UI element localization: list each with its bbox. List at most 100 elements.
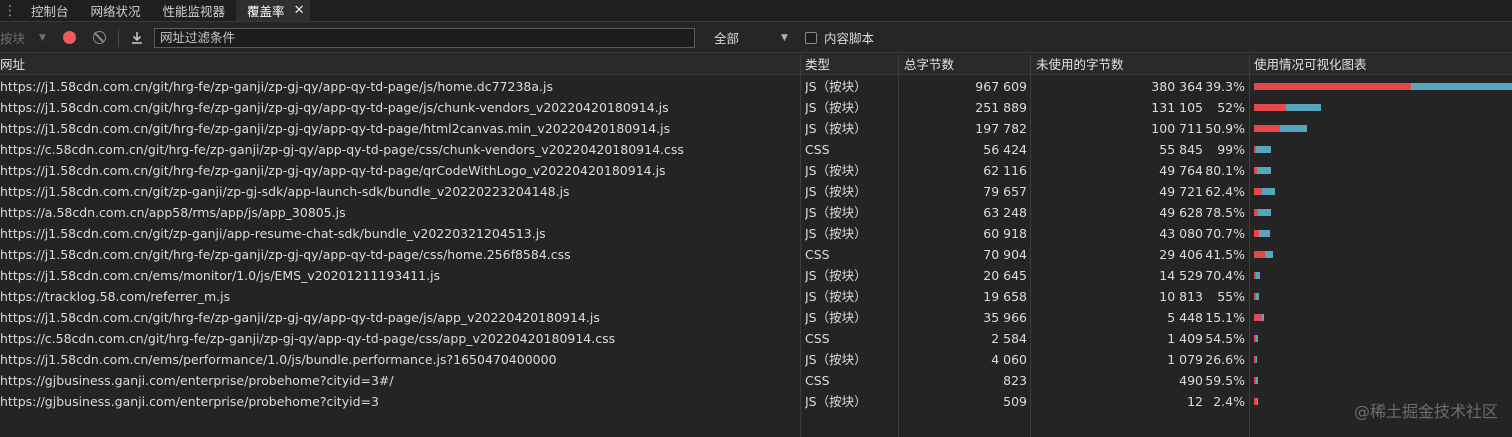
column-header-total-bytes[interactable]: 总字节数 [904,54,954,75]
type-cell: JS（按块） [805,184,867,199]
url-cell: https://tracklog.58.com/referrer_m.js [0,289,231,304]
usage-bar [1254,251,1273,258]
table-row[interactable]: https://j1.58cdn.com.cn/git/hrg-fe/zp-ga… [0,76,1512,97]
table-row[interactable]: https://j1.58cdn.com.cn/git/hrg-fe/zp-ga… [0,244,1512,265]
column-divider [898,54,899,437]
usage-bar [1254,314,1264,321]
url-cell: https://c.58cdn.com.cn/git/hrg-fe/zp-gan… [0,331,616,346]
usage-bar [1254,146,1271,153]
unused-bytes-bar [1257,167,1271,174]
unused-percent-cell: 50.9% [1205,121,1245,136]
usage-bar [1254,104,1322,111]
type-cell: CSS [805,373,830,388]
more-tabs-icon[interactable]: ⋮ [0,0,20,21]
unused-bytes-bar [1256,335,1258,342]
unused-percent-cell: 62.4% [1205,184,1245,199]
column-divider [1030,54,1031,437]
unused-bytes-cell: 49 721 [1159,184,1203,199]
tab-coverage[interactable]: 覆盖率 ✕ [236,0,311,21]
coverage-toolbar: 按块 ▼ 全部 ▼ 内容脚本 [0,23,1512,53]
table-row[interactable]: https://c.58cdn.com.cn/git/hrg-fe/zp-gan… [0,139,1512,160]
unused-percent-cell: 15.1% [1205,310,1245,325]
url-filter-input[interactable] [153,27,695,48]
type-cell: JS（按块） [805,352,867,367]
table-row[interactable]: https://j1.58cdn.com.cn/git/hrg-fe/zp-ga… [0,160,1512,181]
table-row[interactable]: https://j1.58cdn.com.cn/git/hrg-fe/zp-ga… [0,118,1512,139]
download-icon[interactable] [130,31,144,45]
url-cell: https://j1.58cdn.com.cn/ems/performance/… [0,352,557,367]
unused-bytes-bar [1256,146,1271,153]
table-row[interactable]: https://j1.58cdn.com.cn/git/zp-ganji/zp-… [0,181,1512,202]
column-divider [1249,54,1250,437]
unused-bytes-cell: 12 [1187,394,1203,409]
column-header-usage-visualization[interactable]: 使用情况可视化图表 [1254,54,1367,75]
unused-bytes-bar [1410,83,1512,90]
total-bytes-cell: 823 [1003,373,1027,388]
unused-bytes-bar [1261,188,1276,195]
unused-bytes-cell: 380 364 [1151,79,1203,94]
unused-bytes-cell: 100 711 [1151,121,1203,136]
used-bytes-bar [1254,125,1280,132]
table-row[interactable]: https://c.58cdn.com.cn/git/hrg-fe/zp-gan… [0,328,1512,349]
toolbar-divider [117,28,119,47]
table-row[interactable]: https://gjbusiness.ganji.com/enterprise/… [0,391,1512,412]
url-cell: https://j1.58cdn.com.cn/git/zp-ganji/app… [0,226,546,241]
table-row[interactable]: https://j1.58cdn.com.cn/git/hrg-fe/zp-ga… [0,307,1512,328]
column-header-type[interactable]: 类型 [805,54,830,75]
tab-performance-monitor[interactable]: 性能监视器 [152,0,237,21]
table-row[interactable]: https://a.58cdn.com.cn/app58/rms/app/js/… [0,202,1512,223]
type-cell: JS（按块） [805,268,867,283]
url-cell: https://j1.58cdn.com.cn/git/hrg-fe/zp-ga… [0,310,600,325]
unused-bytes-cell: 29 406 [1159,247,1203,262]
used-bytes-bar [1254,251,1266,258]
table-row[interactable]: https://j1.58cdn.com.cn/ems/monitor/1.0/… [0,265,1512,286]
unused-percent-cell: 41.5% [1205,247,1245,262]
table-row[interactable]: https://j1.58cdn.com.cn/git/hrg-fe/zp-ga… [0,97,1512,118]
type-cell: JS（按块） [805,79,867,94]
used-bytes-bar [1254,83,1411,90]
close-icon[interactable]: ✕ [294,4,305,17]
table-row[interactable]: https://tracklog.58.com/referrer_m.js JS（… [0,286,1512,307]
total-bytes-cell: 35 966 [983,310,1027,325]
unused-percent-cell: 70.4% [1205,268,1245,283]
tab-console[interactable]: 控制台 [20,0,80,21]
unused-bytes-cell: 490 [1179,373,1203,388]
unused-bytes-bar [1257,209,1271,216]
clear-icon[interactable] [92,31,106,44]
column-divider [800,54,801,437]
table-body: https://j1.58cdn.com.cn/git/hrg-fe/zp-ga… [0,76,1512,412]
unused-bytes-bar [1256,272,1260,279]
record-icon[interactable] [62,31,76,44]
used-bytes-bar [1254,104,1287,111]
table-row[interactable]: https://j1.58cdn.com.cn/git/zp-ganji/app… [0,223,1512,244]
total-bytes-cell: 967 609 [975,79,1027,94]
type-cell: JS（按块） [805,289,867,304]
url-cell: https://j1.58cdn.com.cn/git/zp-ganji/zp-… [0,184,570,199]
usage-bar [1254,230,1271,237]
url-cell: https://j1.58cdn.com.cn/git/hrg-fe/zp-ga… [0,121,671,136]
chevron-down-icon: ▼ [781,32,788,43]
column-header-url[interactable]: 网址 [0,54,25,75]
table-row[interactable]: https://gjbusiness.ganji.com/enterprise/… [0,370,1512,391]
usage-bar [1254,272,1260,279]
total-bytes-cell: 4 060 [991,352,1027,367]
table-row[interactable]: https://j1.58cdn.com.cn/ems/performance/… [0,349,1512,370]
unused-percent-cell: 26.6% [1205,352,1245,367]
unused-bytes-cell: 43 080 [1159,226,1203,241]
usage-bar [1254,188,1276,195]
column-header-unused-bytes[interactable]: 未使用的字节数 [1036,54,1124,75]
url-cell: https://j1.58cdn.com.cn/ems/monitor/1.0/… [0,268,441,283]
coverage-mode-select[interactable]: 按块 ▼ [0,28,46,47]
unused-percent-cell: 78.5% [1205,205,1245,220]
unused-bytes-cell: 5 448 [1167,310,1203,325]
type-cell: CSS [805,142,830,157]
content-scripts-checkbox[interactable] [804,31,817,44]
tab-network-conditions[interactable]: 网络状况 [80,0,152,21]
unused-bytes-cell: 49 628 [1159,205,1203,220]
total-bytes-cell: 62 116 [983,163,1027,178]
used-bytes-bar [1254,314,1263,321]
total-bytes-cell: 60 918 [983,226,1027,241]
resource-type-select[interactable]: 全部 ▼ [714,28,788,47]
usage-bar [1254,356,1258,363]
unused-bytes-cell: 1 079 [1167,352,1203,367]
